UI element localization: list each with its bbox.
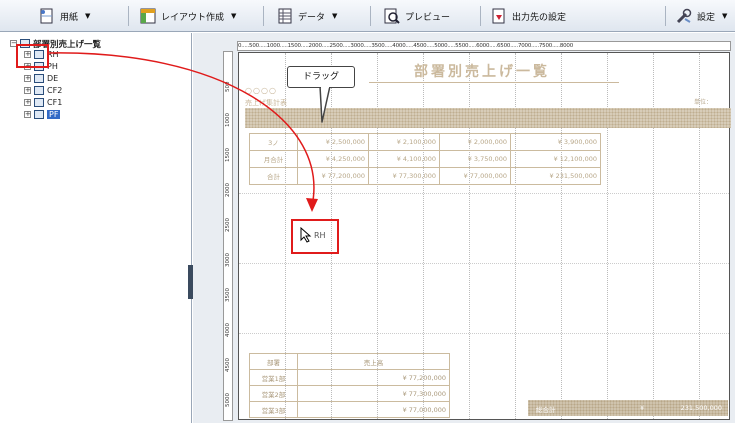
dragged-item: RH	[300, 227, 326, 243]
cursor-arrow-icon	[300, 227, 312, 243]
dragged-item-label: RH	[314, 230, 326, 240]
drag-arrow	[48, 52, 331, 212]
drag-callout: ドラッグ	[287, 66, 355, 88]
